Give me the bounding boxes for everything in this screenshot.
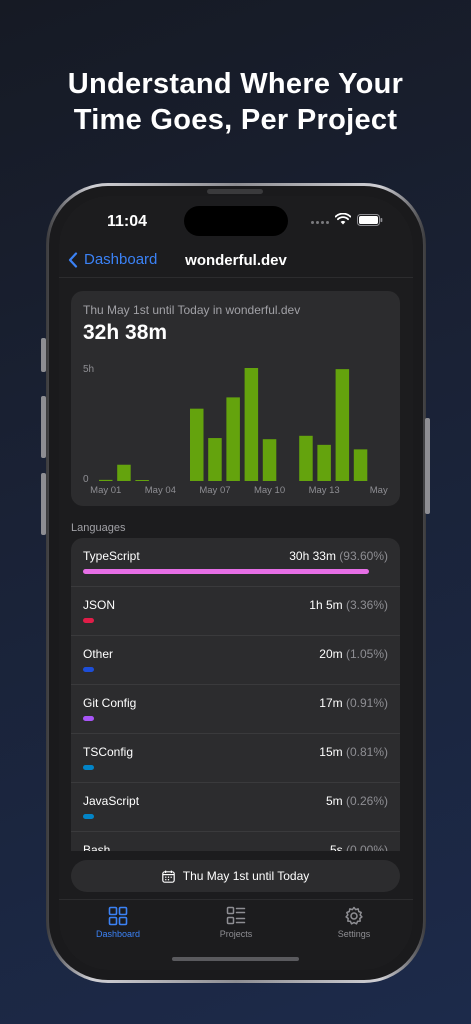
wifi-icon	[335, 213, 351, 225]
chart-bar	[208, 438, 222, 481]
nav-divider	[59, 277, 413, 278]
tab-settings[interactable]: Settings	[295, 906, 413, 939]
language-row[interactable]: JavaScript 5m (0.26%)	[71, 783, 400, 832]
y-tick-zero: 0	[83, 474, 89, 485]
calendar-icon	[161, 870, 175, 883]
language-time-wrap: 30h 33m (93.60%)	[289, 549, 388, 563]
language-name: Other	[83, 647, 114, 661]
languages-section-label: Languages	[71, 522, 126, 534]
tab-projects-label: Projects	[219, 929, 253, 939]
language-usage-bar	[83, 667, 94, 672]
language-time-wrap: 1h 5m (3.36%)	[309, 598, 388, 612]
date-range-button-label: Thu May 1st until Today	[182, 869, 310, 883]
language-row[interactable]: JSON 1h 5m (3.36%)	[71, 587, 400, 636]
projects-list-icon	[226, 906, 246, 925]
language-percent: (93.60%)	[339, 549, 388, 563]
language-name: TypeScript	[83, 549, 140, 563]
phone-volume-up	[41, 396, 46, 458]
chart-bar	[226, 397, 240, 481]
tab-projects[interactable]: Projects	[177, 906, 295, 939]
language-time-wrap: 15m (0.81%)	[319, 745, 388, 759]
language-row[interactable]: TypeScript 30h 33m (93.60%)	[71, 538, 400, 587]
chart-bar	[262, 439, 277, 481]
language-percent: (0.91%)	[345, 696, 388, 710]
language-row[interactable]: TSConfig 15m (0.81%)	[71, 734, 400, 783]
chart-bar	[99, 479, 113, 481]
phone-screen: 11:04 Dashboard wonderful.dev Thu May 1s…	[59, 196, 413, 970]
x-tick-label: May	[370, 485, 388, 496]
language-name: JavaScript	[83, 794, 140, 808]
x-tick-label: May 10	[254, 485, 285, 496]
language-usage-bar	[83, 765, 94, 770]
language-percent: (3.36%)	[345, 598, 388, 612]
phone-power-button	[425, 418, 430, 514]
language-time-wrap: 20m (1.05%)	[319, 647, 388, 661]
language-usage-bar	[83, 569, 369, 574]
language-row[interactable]: Git Config 17m (0.91%)	[71, 685, 400, 734]
chart-bar	[335, 369, 350, 481]
language-time: 17m	[319, 696, 343, 710]
language-time: 30h 33m	[289, 549, 336, 563]
language-time: 5m	[325, 794, 343, 808]
battery-icon	[357, 214, 383, 226]
chart-bar	[135, 480, 149, 481]
x-tick-label: May 13	[309, 485, 340, 496]
language-percent: (0.81%)	[345, 745, 388, 759]
y-tick-max: 5h	[83, 364, 94, 375]
language-time: 15m	[319, 745, 343, 759]
home-indicator	[172, 957, 299, 961]
status-time: 11:04	[107, 213, 148, 230]
chart-bar	[353, 449, 368, 481]
language-percent: (0.26%)	[345, 794, 388, 808]
phone-speaker	[207, 189, 263, 194]
language-name: Git Config	[83, 696, 137, 710]
languages-list: TypeScript 30h 33m (93.60%) JSON 1h 5m (3.3…	[71, 538, 400, 868]
language-row[interactable]: Other 20m (1.05%)	[71, 636, 400, 685]
gear-icon	[345, 906, 363, 925]
chart-bar	[317, 444, 331, 481]
x-tick-label: May 01	[90, 485, 121, 496]
headline-line-1: Understand Where Your	[67, 68, 404, 100]
language-time-wrap: 17m (0.91%)	[319, 696, 388, 710]
phone-action-button	[41, 338, 46, 372]
chart-bar	[190, 408, 204, 481]
language-percent: (1.05%)	[345, 647, 388, 661]
dynamic-island	[184, 206, 288, 236]
tab-dashboard[interactable]: Dashboard	[59, 906, 177, 939]
language-time: 20m	[319, 647, 343, 661]
chart-bar	[299, 435, 313, 481]
language-name: JSON	[83, 598, 116, 612]
daily-bar-chart: 5h 0May 01 May 04 May 07 May 10 May 13 May	[83, 364, 388, 496]
chart-bar	[244, 368, 259, 481]
dashboard-grid-icon	[108, 906, 128, 926]
language-usage-bar	[83, 814, 94, 819]
tab-dashboard-label: Dashboard	[95, 929, 141, 939]
language-usage-bar	[83, 716, 94, 721]
language-time: 1h 5m	[309, 598, 343, 612]
cellular-signal-icon	[311, 221, 329, 224]
chart-bar	[117, 464, 131, 481]
language-name: TSConfig	[83, 745, 134, 759]
language-time-wrap: 5m (0.26%)	[326, 794, 388, 808]
language-usage-bar	[83, 618, 94, 623]
date-range-button[interactable]: Thu May 1st until Today	[71, 860, 400, 892]
headline: Understand Where Your Time Goes, Per Pro…	[0, 66, 471, 138]
phone-volume-down	[41, 473, 46, 535]
tab-settings-label: Settings	[337, 929, 371, 939]
x-tick-label: May 04	[145, 485, 176, 496]
headline-line-2: Time Goes, Per Project	[73, 104, 398, 136]
x-tick-label: May 07	[199, 485, 230, 496]
summary-chart-card: Thu May 1st until Today in wonderful.dev…	[71, 291, 400, 506]
page-title: wonderful.dev	[185, 252, 287, 269]
